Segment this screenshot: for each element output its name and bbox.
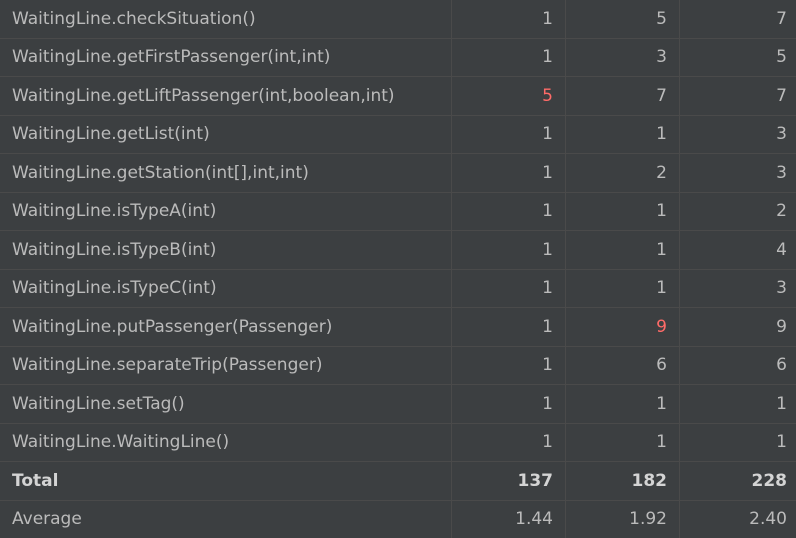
- v-value: 2: [680, 193, 796, 231]
- ev-value: 1: [452, 308, 565, 346]
- method-name[interactable]: WaitingLine.getStation(int[],int,int): [0, 154, 451, 192]
- iv-value: 1: [566, 385, 679, 423]
- method-name[interactable]: WaitingLine.WaitingLine(): [0, 424, 451, 462]
- v-value: 1: [680, 424, 796, 462]
- ev-value: 1: [452, 154, 565, 192]
- method-name[interactable]: WaitingLine.isTypeC(int): [0, 270, 451, 308]
- v-value: 6: [680, 347, 796, 385]
- v-value: 3: [680, 154, 796, 192]
- ev-value: 1: [452, 0, 565, 38]
- method-name[interactable]: WaitingLine.checkSituation(): [0, 0, 451, 38]
- v-value: 7: [680, 77, 796, 115]
- ev-value: 1: [452, 231, 565, 269]
- ev-value: 1: [452, 385, 565, 423]
- total-label: Total: [0, 462, 451, 500]
- average-ev: 1.44: [452, 501, 565, 538]
- ev-value: 1: [452, 347, 565, 385]
- v-value: 7: [680, 0, 796, 38]
- iv-value: 1: [566, 424, 679, 462]
- ev-value: 1: [452, 193, 565, 231]
- metrics-table: WaitingLine.checkSituation() 1 5 7 Waiti…: [0, 0, 796, 538]
- v-value: 4: [680, 231, 796, 269]
- method-name[interactable]: WaitingLine.getLiftPassenger(int,boolean…: [0, 77, 451, 115]
- average-v: 2.40: [680, 501, 796, 538]
- average-iv: 1.92: [566, 501, 679, 538]
- ev-value: 1: [452, 424, 565, 462]
- ev-value: 1: [452, 270, 565, 308]
- ev-value: 5: [452, 77, 565, 115]
- total-v: 228: [680, 462, 796, 500]
- v-value: 9: [680, 308, 796, 346]
- v-value: 5: [680, 39, 796, 77]
- iv-value: 5: [566, 0, 679, 38]
- method-name[interactable]: WaitingLine.isTypeB(int): [0, 231, 451, 269]
- total-ev: 137: [452, 462, 565, 500]
- method-name[interactable]: WaitingLine.isTypeA(int): [0, 193, 451, 231]
- method-name[interactable]: WaitingLine.getFirstPassenger(int,int): [0, 39, 451, 77]
- v-value: 1: [680, 385, 796, 423]
- iv-value: 1: [566, 116, 679, 154]
- iv-value: 7: [566, 77, 679, 115]
- v-value: 3: [680, 116, 796, 154]
- total-iv: 182: [566, 462, 679, 500]
- method-name[interactable]: WaitingLine.setTag(): [0, 385, 451, 423]
- method-name[interactable]: WaitingLine.putPassenger(Passenger): [0, 308, 451, 346]
- ev-value: 1: [452, 39, 565, 77]
- iv-value: 2: [566, 154, 679, 192]
- v-value: 3: [680, 270, 796, 308]
- average-label: Average: [0, 501, 451, 538]
- iv-value: 1: [566, 231, 679, 269]
- iv-value: 6: [566, 347, 679, 385]
- iv-value: 9: [566, 308, 679, 346]
- method-name[interactable]: WaitingLine.separateTrip(Passenger): [0, 347, 451, 385]
- iv-value: 1: [566, 270, 679, 308]
- iv-value: 3: [566, 39, 679, 77]
- method-name[interactable]: WaitingLine.getList(int): [0, 116, 451, 154]
- iv-value: 1: [566, 193, 679, 231]
- ev-value: 1: [452, 116, 565, 154]
